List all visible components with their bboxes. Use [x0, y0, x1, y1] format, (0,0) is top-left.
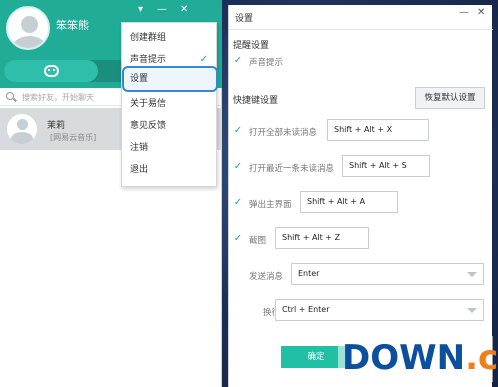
menu-item-exit[interactable]: 退出	[122, 161, 218, 179]
send-message-label: 发送消息	[249, 272, 284, 282]
menu-item-sound[interactable]: 声音提示 ✓	[122, 51, 218, 69]
minimize-icon[interactable]: —	[459, 7, 469, 18]
checkmark-icon: ✓	[199, 54, 208, 65]
shortcut-key-field[interactable]: Shift + Alt + X	[327, 119, 429, 141]
menu-item-label: 创建群组	[130, 33, 167, 43]
menu-item-label: 关于易信	[130, 99, 167, 109]
username: 笨笨熊	[56, 19, 89, 32]
avatar-head-shape	[21, 16, 38, 33]
shortcut-label: 弹出主界面	[249, 200, 292, 210]
shortcut-key-field[interactable]: Shift + Alt + A	[300, 191, 398, 213]
shortcut-label: 截图	[249, 236, 267, 246]
shortcut-checkbox[interactable]: ✓	[233, 198, 243, 208]
window-controls: ▾ — ✕	[130, 4, 222, 18]
newline-value: Ctrl + Enter	[282, 305, 330, 314]
close-icon[interactable]: ✕	[477, 7, 485, 18]
shortcut-section-title: 快捷键设置	[233, 96, 279, 106]
watermark-accent: .cc	[465, 338, 498, 378]
search-icon[interactable]	[6, 92, 14, 100]
newline-select[interactable]: Ctrl + Enter	[275, 299, 484, 321]
down-cc-watermark: DOWN.cc	[338, 330, 498, 387]
menu-item-logout[interactable]: 注销	[122, 139, 218, 157]
menu-item-create-group[interactable]: 创建群组	[122, 29, 218, 47]
shortcut-checkbox[interactable]: ✓	[233, 234, 243, 244]
close-icon[interactable]: ✕	[180, 4, 188, 15]
menu-item-label: 声音提示	[130, 55, 167, 65]
avatar-body-shape	[11, 132, 33, 144]
notify-section-title: 提醒设置	[233, 41, 270, 51]
menu-item-label: 退出	[130, 165, 149, 175]
tab-chat[interactable]	[4, 60, 98, 82]
shortcut-label: 打开最近一条未读消息	[249, 164, 335, 174]
menu-item-feedback[interactable]: 意见反馈	[122, 117, 218, 135]
watermark-main: DOWN	[342, 338, 466, 378]
settings-title: 设置	[235, 14, 254, 24]
watermark-text: DOWN.cc	[342, 338, 498, 378]
shortcut-key-field[interactable]: Shift + Alt + S	[342, 155, 430, 177]
shortcut-key-field[interactable]: Shift + Alt + Z	[275, 227, 369, 249]
user-avatar[interactable]	[6, 6, 50, 50]
minimize-icon[interactable]: —	[157, 4, 167, 15]
shortcut-label: 打开全部未读消息	[249, 128, 318, 138]
restore-defaults-button[interactable]: 恢复默认设置	[415, 87, 485, 109]
shortcut-checkbox[interactable]: ✓	[233, 162, 243, 172]
menu-item-label: 设置	[130, 74, 149, 84]
send-message-select[interactable]: Enter	[291, 263, 484, 285]
sound-label: 声音提示	[249, 58, 284, 68]
chevron-down-icon	[467, 272, 477, 277]
avatar-body-shape	[13, 36, 46, 48]
avatar-head-shape	[17, 119, 28, 130]
chat-bubble-icon	[44, 65, 59, 77]
sound-checkbox[interactable]: ✓	[233, 56, 243, 66]
chevron-down-icon	[467, 308, 477, 313]
menu-item-label: 注销	[130, 143, 149, 153]
title-divider	[229, 29, 493, 30]
menu-item-about[interactable]: 关于易信	[122, 95, 218, 113]
menu-item-settings[interactable]: 设置	[122, 70, 218, 88]
contact-status: [网易云音乐]	[50, 133, 97, 142]
main-dropdown-menu: 创建群组 声音提示 ✓ 设置 关于易信 意见反馈 注销 退出	[121, 22, 218, 187]
menu-item-label: 意见反馈	[130, 121, 167, 131]
contact-name: 茉莉	[47, 121, 66, 131]
send-message-value: Enter	[298, 269, 320, 278]
contact-avatar	[7, 114, 37, 144]
menu-dropdown-icon[interactable]: ▾	[138, 4, 143, 15]
shortcut-checkbox[interactable]: ✓	[233, 126, 243, 136]
